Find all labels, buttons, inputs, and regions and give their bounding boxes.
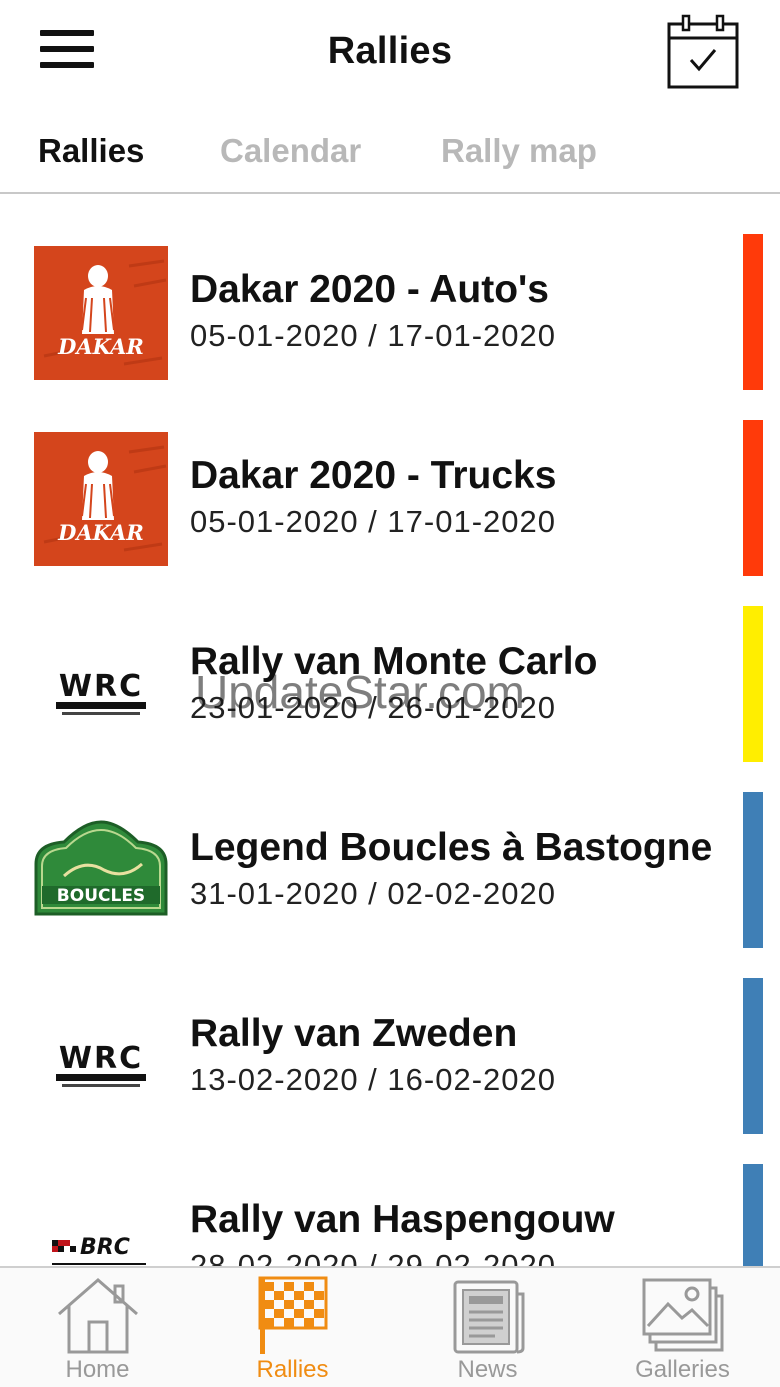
dakar-logo-text: DAKAR xyxy=(57,520,144,545)
rally-name: Legend Boucles à Bastogne xyxy=(190,826,713,869)
page-title: Rallies xyxy=(327,30,453,72)
rally-color-bar xyxy=(743,978,763,1134)
rally-row[interactable]: DAKAR Dakar 2020 - Trucks 05-01-2020 / 1… xyxy=(0,382,780,576)
bottom-tab-bar: Home Rallies News Galleries xyxy=(0,1266,780,1387)
legend-boucles-logo: BOUCLES xyxy=(34,804,168,938)
rally-row[interactable]: WRC Rally van Zweden 13-02-2020 / 16-02-… xyxy=(0,940,780,1134)
rally-name: Dakar 2020 - Auto's xyxy=(190,268,549,311)
newspaper-icon xyxy=(453,1280,524,1354)
tab-calendar[interactable]: Calendar xyxy=(220,132,361,170)
calendar-check-icon[interactable] xyxy=(666,14,740,90)
segment-tabs: Rallies Calendar Rally map xyxy=(0,108,780,194)
brc-logo: BRC xyxy=(34,1176,168,1266)
wrc-logo-text: WRC xyxy=(59,669,143,704)
tabbar-item-galleries[interactable]: Galleries xyxy=(585,1268,780,1387)
rally-name: Rally van Monte Carlo xyxy=(190,640,598,683)
checkered-flag-icon xyxy=(258,1276,327,1354)
rally-name: Rally van Haspengouw xyxy=(190,1198,615,1241)
tabbar-item-news[interactable]: News xyxy=(390,1268,585,1387)
wrc-logo-text: WRC xyxy=(59,1041,143,1076)
rally-row[interactable]: DAKAR Dakar 2020 - Auto's 05-01-2020 / 1… xyxy=(0,196,780,390)
tabbar-item-rallies[interactable]: Rallies xyxy=(195,1268,390,1387)
rally-dates: 28-02-2020 / 29-02-2020 xyxy=(190,1248,556,1266)
brc-logo-text: BRC xyxy=(80,1235,130,1260)
rally-list: DAKAR Dakar 2020 - Auto's 05-01-2020 / 1… xyxy=(0,196,780,1266)
rally-color-bar xyxy=(743,1164,763,1266)
rally-dates: 31-01-2020 / 02-02-2020 xyxy=(190,876,556,911)
tab-rally-map[interactable]: Rally map xyxy=(441,132,597,170)
rally-color-bar xyxy=(743,792,763,948)
home-icon xyxy=(57,1278,138,1354)
app-header: Rallies xyxy=(0,0,780,108)
rally-row[interactable]: WRC Rally van Monte Carlo 23-01-2020 / 2… xyxy=(0,568,780,762)
tab-rallies[interactable]: Rallies xyxy=(38,132,144,170)
rally-row[interactable]: BRC Rally van Haspengouw 28-02-2020 / 29… xyxy=(0,1126,780,1266)
tabbar-item-home[interactable]: Home xyxy=(0,1268,195,1387)
rally-dates: 05-01-2020 / 17-01-2020 xyxy=(190,504,556,539)
wrc-logo: WRC xyxy=(34,618,168,752)
rally-dates: 23-01-2020 / 26-01-2020 xyxy=(190,690,556,725)
tabbar-label: Home xyxy=(65,1356,130,1383)
rally-row[interactable]: BOUCLES Legend Boucles à Bastogne 31-01-… xyxy=(0,754,780,948)
wrc-logo: WRC xyxy=(34,990,168,1124)
rally-name: Rally van Zweden xyxy=(190,1012,518,1055)
rally-color-bar xyxy=(743,234,763,390)
tabbar-label: Galleries xyxy=(635,1356,730,1383)
tabbar-label: Rallies xyxy=(256,1356,329,1383)
rally-color-bar xyxy=(743,420,763,576)
rally-dates: 13-02-2020 / 16-02-2020 xyxy=(190,1062,556,1097)
dakar-logo-text: DAKAR xyxy=(57,334,144,359)
gallery-icon xyxy=(642,1278,723,1352)
rally-color-bar xyxy=(743,606,763,762)
dakar-logo: DAKAR xyxy=(34,432,168,566)
tabbar-label: News xyxy=(457,1356,518,1383)
dakar-logo: DAKAR xyxy=(34,246,168,380)
rally-dates: 05-01-2020 / 17-01-2020 xyxy=(190,318,556,353)
legend-boucles-logo-text: BOUCLES xyxy=(57,886,145,906)
rally-name: Dakar 2020 - Trucks xyxy=(190,454,557,497)
